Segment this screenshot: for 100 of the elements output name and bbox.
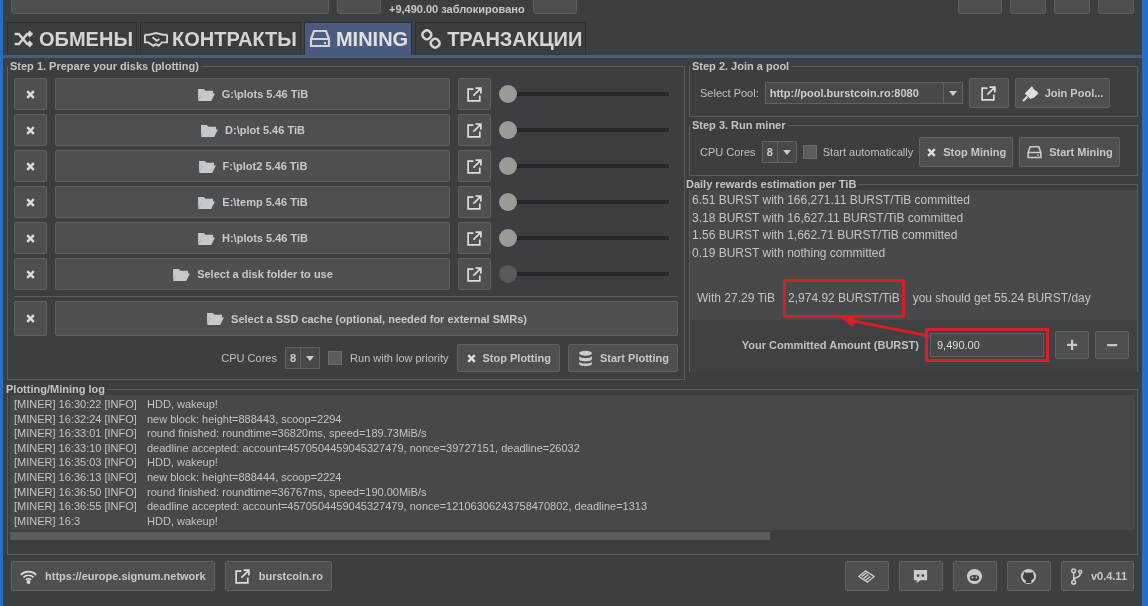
plus-button[interactable]: +: [1055, 331, 1089, 359]
site-button[interactable]: burstcoin.ro: [224, 561, 332, 591]
chat-icon: [912, 567, 930, 585]
tab[interactable]: ТРАНЗАКЦИИ: [415, 22, 587, 55]
tab[interactable]: ОБМЕНЫ: [7, 22, 137, 55]
open-button[interactable]: [458, 150, 491, 182]
open-button[interactable]: [458, 186, 491, 218]
folder-button[interactable]: F:\plot2 5.46 TiB: [55, 150, 450, 182]
folder-button[interactable]: H:\plots 5.46 TiB: [55, 222, 450, 254]
remove-button[interactable]: [14, 114, 47, 146]
folder-icon: [172, 266, 192, 282]
tab[interactable]: КОНТРАКТЫ: [139, 22, 301, 55]
reward-line: 3.18 BURST with 16,627.11 BURST/TiB committed: [692, 209, 965, 227]
external-link-icon: [980, 84, 998, 102]
database-icon: [576, 349, 594, 367]
remove-button[interactable]: [14, 222, 47, 254]
slider[interactable]: [499, 157, 669, 175]
close-icon: [25, 268, 36, 280]
caret-icon: [306, 355, 315, 361]
stack-button[interactable]: [844, 561, 889, 591]
stop-button[interactable]: Stop Plotting: [456, 344, 560, 372]
pool-dropdown[interactable]: http://pool.burstcoin.ro:8080: [764, 82, 963, 104]
close-icon: [25, 232, 36, 244]
folder-icon: [197, 230, 216, 246]
log-message: HDD, wakeup!: [147, 455, 218, 470]
remove-button[interactable]: [14, 78, 47, 110]
open-button[interactable]: [968, 78, 1009, 108]
cpu-dropdown[interactable]: 8: [761, 141, 797, 163]
log-prefix: [MINER] 16:3: [14, 513, 82, 529]
external-link-icon: [466, 265, 483, 283]
github-button[interactable]: [1006, 561, 1051, 591]
section-title: Step 3. Run miner: [691, 119, 787, 131]
caret-icon: [782, 149, 791, 155]
discord-button[interactable]: [898, 561, 943, 591]
close-icon: [25, 88, 36, 100]
log-prefix: [MINER] 16:36:55 [INFO]: [14, 499, 138, 514]
log-prefix: [MINER] 16:33:01 [INFO]: [14, 426, 138, 441]
section-title: Step 2. Join a pool: [691, 60, 791, 72]
log-message: HDD, wakeup!: [147, 397, 218, 412]
slider[interactable]: [499, 229, 669, 247]
log-prefix: [MINER] 16:30:22 [INFO]: [14, 397, 138, 412]
reward-line: 1.56 BURST with 1,662.71 BURST/TiB committed: [692, 227, 959, 244]
folder-button[interactable]: G:\plots 5.46 TiB: [55, 78, 450, 110]
log-prefix: [MINER] 16:32:24 [INFO]: [14, 411, 138, 427]
reward-line: 6.51 BURST with 166,271.11 BURST/TiB committed: [692, 192, 971, 209]
log-message: round finished: roundtime=36767ms, speed=190.00MiB/s: [147, 484, 427, 500]
start-button[interactable]: Start Plotting: [567, 344, 678, 372]
locked-amount: +9,490.00 заблокировано: [389, 3, 525, 15]
folder-button[interactable]: E:\temp 5.46 TiB: [55, 186, 450, 218]
drive-icon: [1026, 143, 1044, 161]
remove-button[interactable]: [14, 150, 47, 182]
external-link-icon: [466, 229, 483, 247]
close-icon: [25, 160, 36, 172]
reddit-button[interactable]: [952, 561, 997, 591]
scrollbar[interactable]: [10, 532, 770, 541]
checkbox-label: Run with low priority: [350, 352, 449, 364]
slider[interactable]: [499, 193, 669, 211]
remove-button[interactable]: [14, 258, 47, 290]
open-button[interactable]: [458, 258, 491, 290]
join-button[interactable]: Join Pool...: [1014, 78, 1111, 108]
node-button[interactable]: https://europe.signum.network: [11, 561, 215, 591]
open-button[interactable]: [458, 222, 491, 254]
log-message: new block: height=888443, scoop=2294: [147, 411, 342, 427]
start-button[interactable]: Start Mining: [1019, 137, 1120, 167]
minus-button[interactable]: −: [1095, 331, 1129, 359]
stack-icon: [858, 567, 876, 585]
slider[interactable]: [499, 121, 669, 139]
reward-line: 0.19 BURST with nothing committed: [692, 244, 887, 262]
cpu-label: CPU Cores: [700, 146, 756, 158]
stop-button[interactable]: Stop Mining: [919, 137, 1014, 167]
close-icon: [25, 196, 36, 208]
checkbox[interactable]: [328, 351, 343, 365]
cpu-dropdown[interactable]: 8: [284, 347, 321, 369]
external-link-icon: [466, 85, 483, 103]
open-button[interactable]: [458, 78, 491, 110]
external-link-icon: [233, 567, 251, 585]
folder-button[interactable]: Select a SSD cache (optional, needed for external SMRs): [55, 301, 678, 336]
cpu-label: CPU Cores: [221, 352, 277, 364]
folder-icon: [196, 86, 216, 102]
section-title: Step 1. Prepare your disks (plotting): [9, 60, 200, 72]
slider[interactable]: [499, 85, 669, 103]
close-icon: [25, 124, 36, 136]
summary-text: With 27.29 TiB: [696, 290, 777, 307]
caret-icon: [948, 90, 957, 96]
folder-button[interactable]: D:\plot 5.46 TiB: [55, 114, 450, 146]
log-prefix: [MINER] 16:33:10 [INFO]: [14, 440, 138, 456]
open-button[interactable]: [458, 114, 491, 146]
tab[interactable]: MINING: [303, 22, 413, 55]
amount-field[interactable]: 9,490.00: [930, 333, 1044, 357]
log-message: deadline accepted: account=4570504459045327479, nonce=39727151, deadline=26032: [147, 440, 580, 456]
version-button[interactable]: v0.4.11: [1060, 561, 1134, 591]
slider[interactable]: [499, 265, 669, 283]
checkbox[interactable]: [802, 145, 817, 159]
remove-button[interactable]: [14, 186, 47, 218]
folder-icon: [200, 122, 220, 138]
link-icon: [419, 29, 444, 49]
plug-icon: [1021, 84, 1039, 102]
remove-button[interactable]: [14, 301, 47, 336]
drive-icon: [307, 29, 332, 49]
handshake-icon: [143, 29, 168, 49]
